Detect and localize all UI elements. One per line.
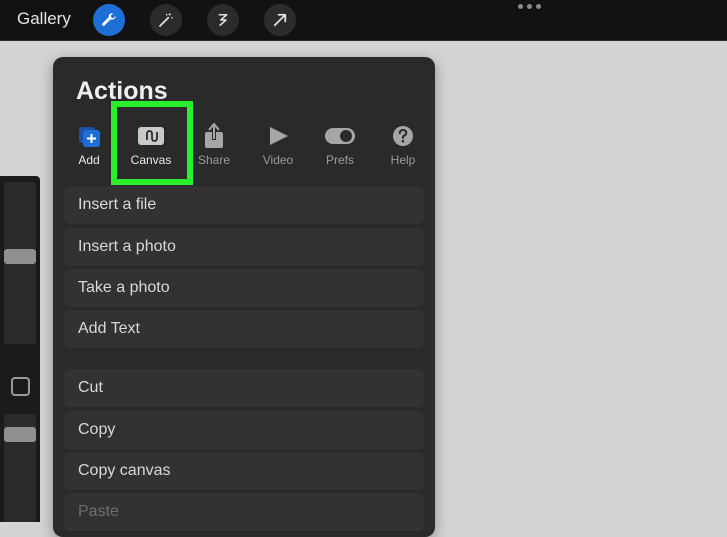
- tab-prefs[interactable]: Prefs: [309, 123, 371, 167]
- share-icon: [205, 123, 223, 148]
- toggle-icon: [325, 128, 355, 144]
- add-icon: [79, 127, 100, 147]
- tab-video-label: Video: [262, 153, 294, 167]
- brush-sidebar: [0, 176, 40, 522]
- selection-button[interactable]: [207, 4, 239, 36]
- tab-help-label: Help: [390, 153, 416, 167]
- tab-video[interactable]: Video: [247, 123, 309, 167]
- adjustments-button[interactable]: [150, 4, 182, 36]
- menu-item-insert-photo[interactable]: Insert a photo: [64, 228, 424, 266]
- play-icon: [270, 127, 288, 145]
- gallery-button[interactable]: Gallery: [17, 9, 71, 29]
- menu-item-copy-canvas[interactable]: Copy canvas: [64, 452, 424, 490]
- menu-item-copy[interactable]: Copy: [64, 411, 424, 449]
- menu-item-take-photo[interactable]: Take a photo: [64, 269, 424, 307]
- tab-prefs-label: Prefs: [325, 153, 354, 167]
- wrench-icon: [102, 13, 116, 26]
- top-toolbar: Gallery: [0, 0, 727, 41]
- canvas-highlight-box: [111, 101, 193, 185]
- menu-item-cut[interactable]: Cut: [64, 369, 424, 407]
- brush-size-handle[interactable]: [4, 249, 36, 264]
- transform-arrow-icon: [273, 13, 287, 27]
- transform-button[interactable]: [264, 4, 296, 36]
- menu-item-insert-file[interactable]: Insert a file: [64, 186, 424, 224]
- actions-wrench-button[interactable]: [93, 4, 125, 36]
- question-icon: [393, 126, 413, 146]
- opacity-handle[interactable]: [4, 427, 36, 442]
- magic-wand-icon: [159, 13, 173, 27]
- more-options-icon[interactable]: [518, 4, 541, 9]
- menu-item-paste[interactable]: Paste: [64, 493, 424, 531]
- menu-item-add-text[interactable]: Add Text: [64, 310, 424, 348]
- selection-icon: [218, 14, 228, 26]
- modify-button-icon[interactable]: [11, 377, 30, 396]
- tab-help[interactable]: Help: [372, 123, 434, 167]
